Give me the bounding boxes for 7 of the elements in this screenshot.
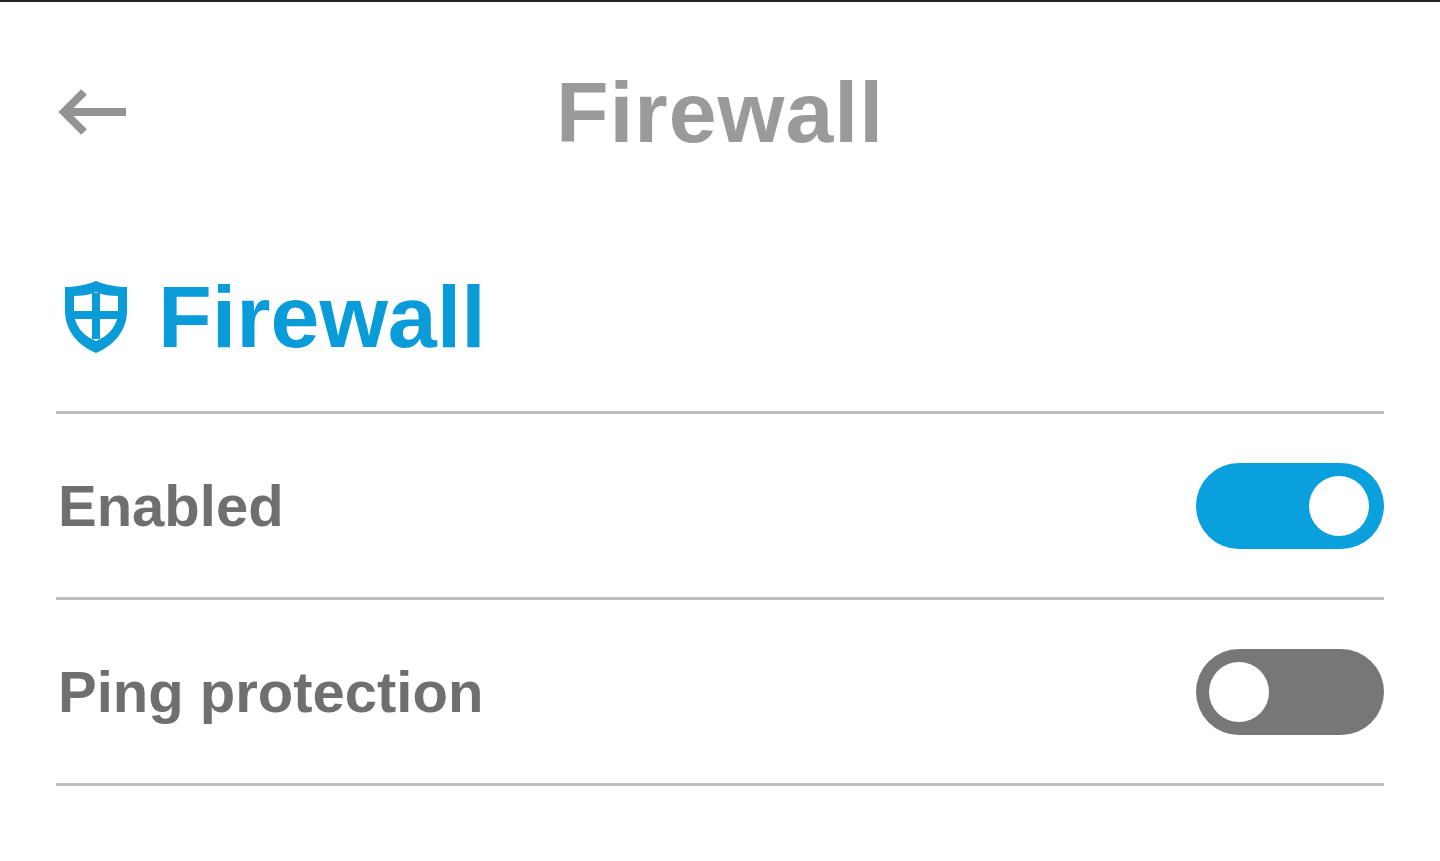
setting-label: Enabled	[57, 472, 284, 539]
shield-icon	[62, 278, 130, 355]
setting-label: Ping protection	[57, 658, 484, 725]
back-button[interactable]	[56, 87, 128, 137]
back-arrow-icon	[56, 87, 128, 137]
page-title: Firewall	[555, 62, 885, 162]
section-title: Firewall	[158, 265, 486, 368]
